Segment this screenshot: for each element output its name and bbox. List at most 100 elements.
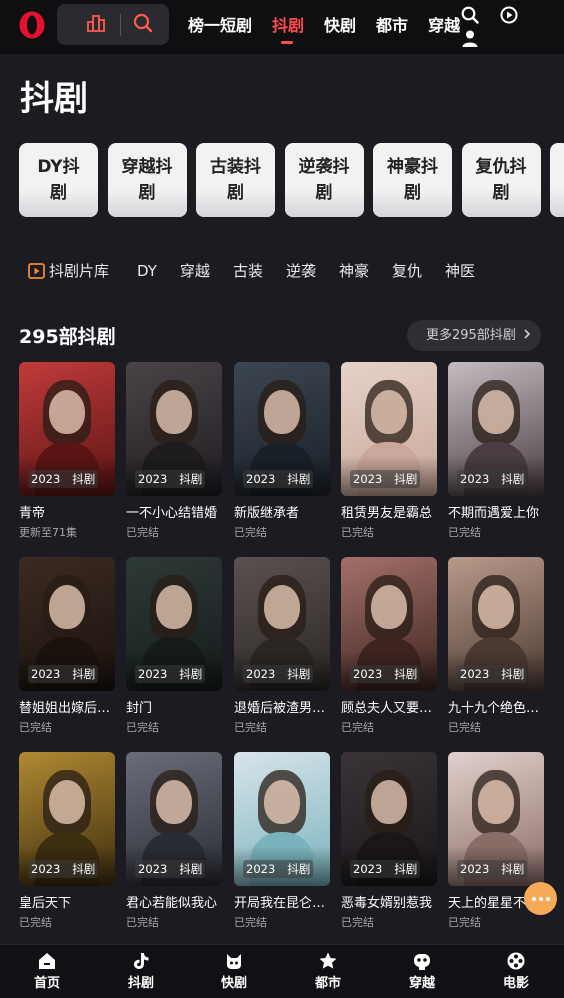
- tab-douju[interactable]: 抖剧: [111, 951, 171, 993]
- tag-label: 抖剧: [501, 667, 525, 681]
- drama-title[interactable]: 君心若能似我心: [126, 895, 224, 913]
- nav-tab-dushi[interactable]: 都市: [376, 16, 408, 36]
- tag-label: 抖剧: [501, 862, 525, 876]
- year-label: 2023: [246, 667, 276, 681]
- drama-card[interactable]: 2023 抖剧 青帝 更新至71集: [19, 362, 115, 540]
- drama-poster[interactable]: 2023 抖剧: [19, 557, 115, 691]
- drama-card[interactable]: 2023 抖剧一不小心结错婚已完结: [126, 362, 222, 540]
- drama-card[interactable]: 2023 抖剧 恶毒女婿别惹我 已完结: [341, 752, 437, 930]
- drama-poster[interactable]: 2023 抖剧: [234, 557, 330, 691]
- drama-title[interactable]: 恶毒女婿别惹我: [341, 895, 439, 913]
- filter-item[interactable]: 穿越: [180, 260, 210, 282]
- drama-title[interactable]: 退婚后被渣男…: [234, 700, 332, 718]
- drama-title[interactable]: 开局我在昆仑…: [234, 895, 332, 913]
- user-icon[interactable]: [462, 30, 478, 47]
- drama-title[interactable]: 一不小心结错婚: [126, 505, 224, 523]
- tag-label: 抖剧: [179, 667, 203, 681]
- drama-title[interactable]: 替姐姐出嫁后…: [19, 700, 117, 718]
- drama-card[interactable]: 2023 抖剧封门已完结: [126, 557, 222, 735]
- category-card[interactable]: 神豪抖剧: [373, 143, 452, 217]
- filter-item[interactable]: DY: [137, 260, 157, 282]
- tag-label: 抖剧: [179, 862, 203, 876]
- category-card[interactable]: 逆袭抖剧: [284, 143, 364, 217]
- tag-label: 抖剧: [72, 667, 96, 681]
- poster-figure: [478, 390, 514, 434]
- drama-poster[interactable]: 2023 抖剧: [126, 752, 222, 886]
- drama-poster[interactable]: 2023 抖剧: [448, 362, 544, 496]
- drama-card[interactable]: 2023 抖剧 九十九个绝色… 已完结: [448, 557, 544, 735]
- ranking-icon[interactable]: [87, 14, 105, 32]
- poster-figure: [371, 780, 407, 824]
- drama-poster[interactable]: 2023 抖剧: [341, 752, 437, 886]
- filter-library[interactable]: 抖剧片库: [28, 260, 109, 282]
- tab-chuanyue[interactable]: 穿越: [392, 951, 452, 993]
- tab-dushi[interactable]: 都市: [298, 951, 358, 993]
- drama-poster[interactable]: 2023 抖剧: [19, 362, 115, 496]
- drama-card[interactable]: 2023 抖剧 开局我在昆仑… 已完结: [234, 752, 330, 930]
- more-button[interactable]: 更多295部抖剧: [407, 320, 541, 351]
- nav-tab-rank[interactable]: 榜一短剧: [188, 16, 252, 36]
- poster-figure: [156, 585, 192, 629]
- nav-tab-kuaiju[interactable]: 快剧: [324, 16, 356, 36]
- filter-item[interactable]: 神医: [445, 260, 475, 282]
- category-label: 复仇抖剧: [475, 157, 527, 203]
- drama-title[interactable]: 顾总夫人又要…: [341, 700, 439, 718]
- tab-kuaiju[interactable]: 快剧: [204, 951, 264, 993]
- drama-card[interactable]: 2023 抖剧 租赁男友是霸总 已完结: [341, 362, 437, 540]
- poster-figure: [478, 780, 514, 824]
- drama-card[interactable]: 2023 抖剧 不期而遇爱上你 已完结: [448, 362, 544, 540]
- tab-dianying[interactable]: 电影: [486, 951, 546, 993]
- search-icon[interactable]: [461, 6, 479, 24]
- category-card[interactable]: DY抖剧: [19, 143, 98, 217]
- drama-poster[interactable]: 2023 抖剧: [126, 557, 222, 691]
- drama-card[interactable]: 2023 抖剧 君心若能似我心 已完结: [126, 752, 222, 930]
- category-card[interactable]: 古装抖剧: [196, 143, 275, 217]
- drama-poster[interactable]: 2023 抖剧: [126, 362, 222, 496]
- drama-status: 已完结: [126, 721, 159, 734]
- category-card[interactable]: 复仇抖剧: [461, 143, 541, 217]
- poster-figure: [156, 780, 192, 824]
- tab-label: 快剧: [220, 976, 247, 991]
- search-icon[interactable]: [133, 13, 153, 33]
- drama-poster[interactable]: 2023 抖剧: [341, 362, 437, 496]
- category-card-partial[interactable]: [550, 143, 564, 217]
- drama-title[interactable]: 青帝: [19, 505, 117, 523]
- year-label: 2023: [246, 472, 276, 486]
- drama-poster[interactable]: 2023 抖剧: [341, 557, 437, 691]
- drama-card[interactable]: 2023 抖剧 顾总夫人又要… 已完结: [341, 557, 437, 735]
- filter-item[interactable]: 逆袭: [286, 260, 316, 282]
- drama-title[interactable]: 不期而遇爱上你: [448, 505, 546, 523]
- filter-item[interactable]: 复仇: [392, 260, 422, 282]
- nav-tab-douju[interactable]: 抖剧: [272, 16, 304, 44]
- drama-card[interactable]: 2023 抖剧替姐姐出嫁后… 已完结: [19, 557, 115, 735]
- category-label: DY抖剧: [37, 157, 80, 203]
- more-options-fab[interactable]: [524, 882, 557, 915]
- tab-home[interactable]: 首页: [17, 951, 77, 993]
- drama-poster[interactable]: 2023 抖剧: [448, 752, 544, 886]
- poster-figure: [49, 390, 85, 434]
- drama-poster[interactable]: 2023 抖剧: [234, 362, 330, 496]
- drama-status: 已完结: [19, 721, 52, 734]
- more-label: 更多295部抖剧: [426, 328, 516, 343]
- drama-card[interactable]: 2023 抖剧 皇后天下 已完结: [19, 752, 115, 930]
- search-box[interactable]: [57, 4, 169, 45]
- opera-logo[interactable]: [18, 10, 46, 40]
- year-label: 2023: [353, 862, 383, 876]
- filter-item[interactable]: 古装: [233, 260, 263, 282]
- drama-poster[interactable]: 2023 抖剧: [234, 752, 330, 886]
- drama-title[interactable]: 新版继承者: [234, 505, 332, 523]
- drama-card[interactable]: 2023 抖剧 新版继承者 已完结: [234, 362, 330, 540]
- play-icon[interactable]: [500, 6, 518, 24]
- drama-poster[interactable]: 2023 抖剧: [19, 752, 115, 886]
- drama-title[interactable]: 九十九个绝色…: [448, 700, 546, 718]
- category-card[interactable]: 穿越抖剧: [107, 143, 187, 217]
- drama-title[interactable]: 封门: [126, 700, 224, 718]
- drama-title[interactable]: 租赁男友是霸总: [341, 505, 439, 523]
- nav-tab-chuanyue[interactable]: 穿越: [428, 16, 460, 36]
- drama-title[interactable]: 皇后天下: [19, 895, 117, 913]
- drama-card[interactable]: 2023 抖剧 退婚后被渣男… 已完结: [234, 557, 330, 735]
- poster-badge: 2023 抖剧: [350, 665, 421, 683]
- drama-poster[interactable]: 2023 抖剧: [448, 557, 544, 691]
- filter-item[interactable]: 神豪: [339, 260, 369, 282]
- drama-status: 已完结: [126, 526, 159, 539]
